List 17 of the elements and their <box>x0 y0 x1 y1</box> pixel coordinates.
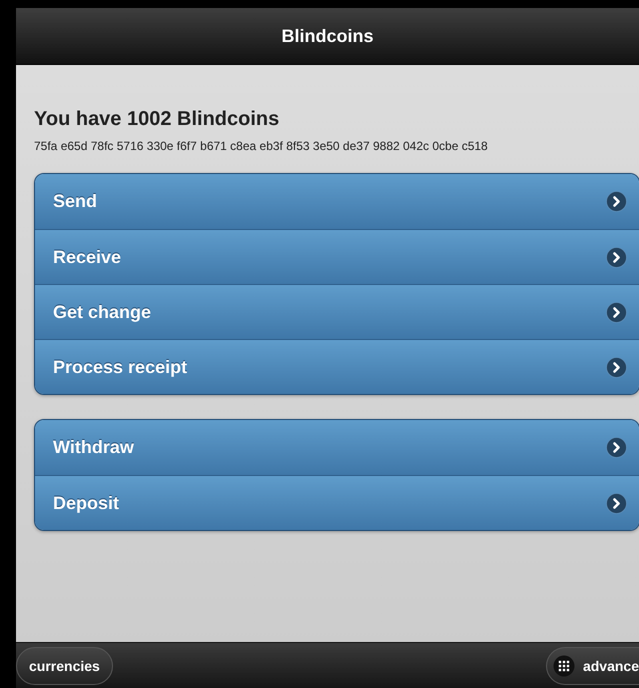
menu-item[interactable]: Deposit <box>35 475 639 530</box>
menu-item-label: Process receipt <box>53 356 188 378</box>
menu-item[interactable]: Process receipt <box>35 339 639 394</box>
coin-hash: 75fa e65d 78fc 5716 330e f6f7 b671 c8ea eb3f 8f53 3e50 de37 9882 042c 0cbe c518 <box>34 139 489 153</box>
balance-heading: You have 1002 Blindcoins <box>34 108 280 131</box>
menu-item-label: Receive <box>53 246 122 268</box>
menu-item[interactable]: Send <box>35 174 639 229</box>
menu-item[interactable]: Receive <box>35 229 639 284</box>
menu-item[interactable]: Withdraw <box>35 420 639 475</box>
currencies-button[interactable]: currencies <box>16 646 113 684</box>
menu-item-label: Withdraw <box>53 437 134 458</box>
menu-item-label: Get change <box>53 302 152 322</box>
menu-item[interactable]: Get change <box>35 284 639 339</box>
menu-item-label: Send <box>53 191 98 212</box>
menu-item-label: Deposit <box>53 492 120 514</box>
advanced-button[interactable]: advance <box>546 646 639 684</box>
page-title: Blindcoins <box>281 26 374 46</box>
